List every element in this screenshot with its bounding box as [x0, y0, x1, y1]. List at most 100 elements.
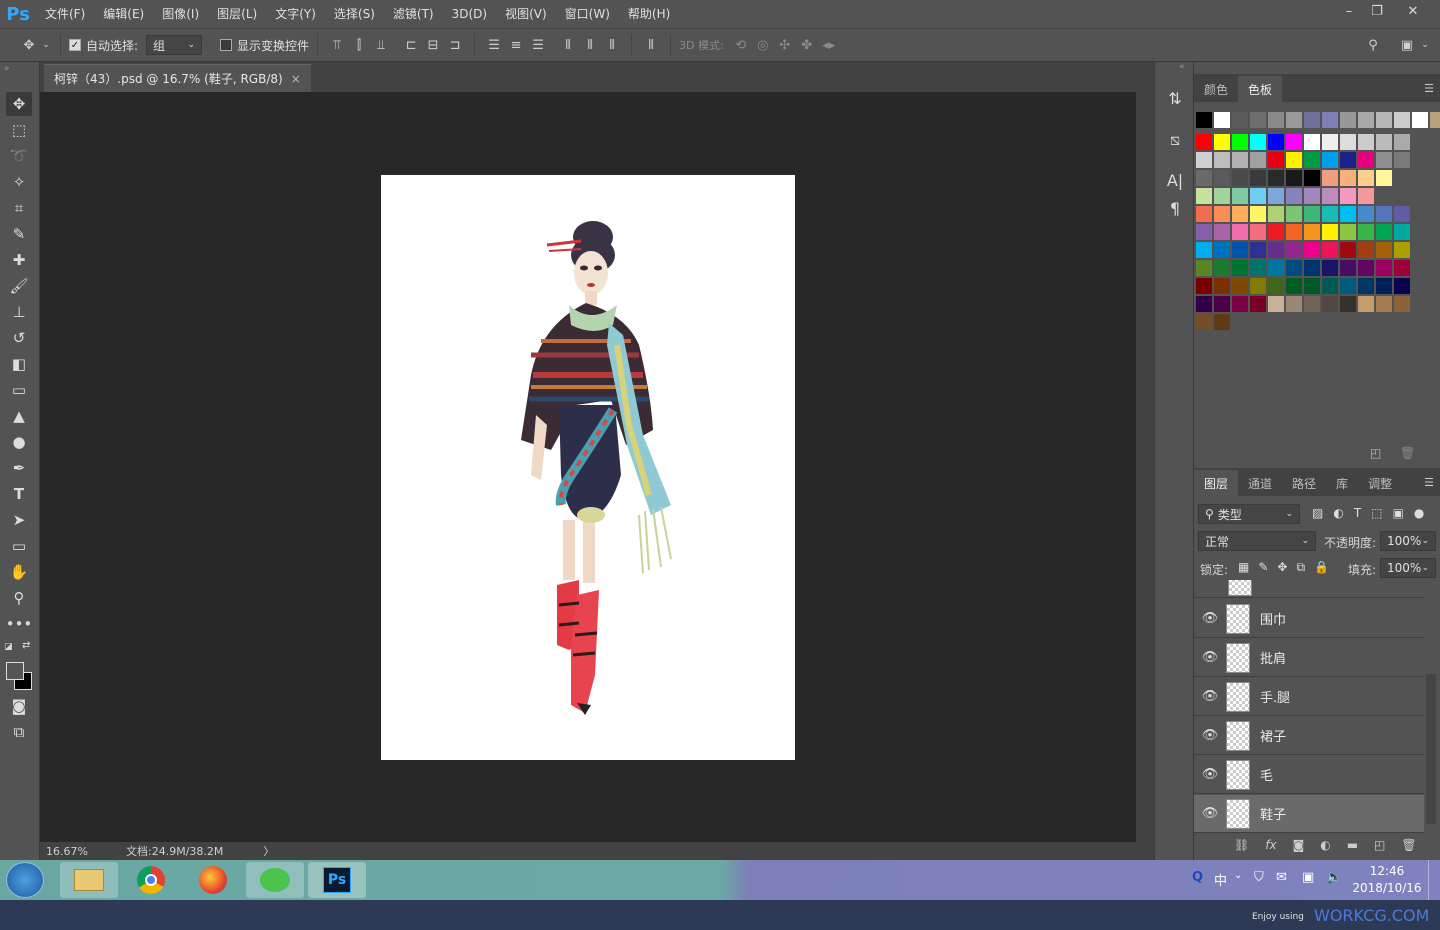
color-swatch[interactable]	[1268, 206, 1284, 222]
color-swatch[interactable]	[1250, 242, 1266, 258]
color-swatch[interactable]	[1268, 224, 1284, 240]
color-swatch[interactable]	[1250, 260, 1266, 276]
color-swatch[interactable]	[1394, 242, 1410, 258]
color-swatch[interactable]	[1340, 112, 1356, 128]
layer-row[interactable]: 👁 围巾	[1194, 600, 1424, 638]
color-swatch[interactable]	[1214, 260, 1230, 276]
color-swatch[interactable]	[1394, 152, 1410, 168]
swap-colors-icon[interactable]: ⇄	[22, 640, 30, 651]
quick-mask-icon[interactable]: ◙	[6, 694, 32, 718]
show-transform-checkbox[interactable]	[220, 39, 233, 51]
opacity-input[interactable]: 100% ⌄	[1380, 531, 1436, 551]
color-swatch[interactable]	[1214, 296, 1230, 312]
color-swatch[interactable]	[1394, 112, 1410, 128]
color-swatch[interactable]	[1376, 152, 1392, 168]
document-canvas[interactable]	[381, 175, 795, 760]
menu-file[interactable]: 文件(F)	[36, 0, 94, 28]
properties-panel-icon[interactable]: ⧅	[1163, 128, 1187, 152]
distribute-vcenter-icon[interactable]: ≡	[505, 35, 527, 55]
lock-position-icon[interactable]: ✥	[1277, 560, 1287, 575]
color-swatch[interactable]	[1232, 278, 1248, 294]
wechat-icon[interactable]	[246, 862, 304, 898]
document-tab[interactable]: 柯锌（43）.psd @ 16.7% (鞋子, RGB/8) ×	[44, 64, 311, 92]
tab-libraries[interactable]: 库	[1326, 470, 1358, 496]
lock-transparency-icon[interactable]: ▦	[1238, 560, 1249, 575]
align-vcenter-icon[interactable]: ⫿	[348, 35, 370, 55]
color-swatch[interactable]	[1376, 112, 1392, 128]
color-swatch[interactable]	[1394, 296, 1410, 312]
eraser-tool-icon[interactable]: ◧	[6, 352, 32, 376]
color-swatch[interactable]	[1232, 206, 1248, 222]
visibility-eye-icon[interactable]: 👁	[1194, 728, 1226, 743]
color-swatch[interactable]	[1376, 278, 1392, 294]
color-swatch[interactable]	[1394, 278, 1410, 294]
menu-type[interactable]: 文字(Y)	[266, 0, 325, 28]
history-panel-icon[interactable]: ⇅	[1163, 86, 1187, 110]
color-swatch[interactable]	[1214, 206, 1230, 222]
color-swatch[interactable]	[1358, 278, 1374, 294]
color-swatch[interactable]	[1304, 278, 1320, 294]
color-swatch[interactable]	[1268, 112, 1284, 128]
image-filter-icon[interactable]: ▨	[1312, 506, 1323, 520]
tab-adjustments[interactable]: 调整	[1358, 470, 1402, 496]
tab-channels[interactable]: 通道	[1238, 470, 1282, 496]
visibility-eye-icon[interactable]: 👁	[1194, 806, 1226, 821]
color-swatch[interactable]	[1214, 224, 1230, 240]
color-swatch[interactable]	[1268, 188, 1284, 204]
chrome-icon[interactable]	[122, 862, 180, 898]
panel-menu-icon[interactable]: ☰	[1424, 82, 1434, 95]
paragraph-panel-icon[interactable]: ¶	[1163, 196, 1187, 220]
shape-filter-icon[interactable]: ⬚	[1371, 506, 1382, 520]
wechat-tray-icon[interactable]: ✉	[1276, 870, 1287, 885]
color-swatch[interactable]	[1340, 134, 1356, 150]
color-swatch[interactable]	[1250, 224, 1266, 240]
menu-layer[interactable]: 图层(L)	[208, 0, 266, 28]
visibility-eye-icon[interactable]: 👁	[1194, 611, 1226, 626]
close-icon[interactable]: ×	[291, 72, 301, 86]
color-swatch[interactable]	[1286, 152, 1302, 168]
color-swatch[interactable]	[1322, 134, 1338, 150]
color-swatch[interactable]	[1232, 188, 1248, 204]
distribute-right-icon[interactable]: ⦀	[601, 35, 623, 55]
color-swatch[interactable]	[1286, 278, 1302, 294]
color-swatch[interactable]	[1196, 224, 1212, 240]
default-colors-icon[interactable]: ◪	[4, 642, 13, 652]
color-swatch[interactable]	[1376, 242, 1392, 258]
menu-edit[interactable]: 编辑(E)	[94, 0, 153, 28]
qq-input-icon[interactable]: Q	[1192, 870, 1203, 885]
fill-input[interactable]: 100% ⌄	[1380, 558, 1436, 578]
distribute-left-icon[interactable]: ⦀	[557, 35, 579, 55]
new-layer-icon[interactable]: ◰	[1374, 838, 1385, 852]
firefox-icon[interactable]	[184, 862, 242, 898]
color-swatch[interactable]	[1340, 170, 1356, 186]
color-swatch[interactable]	[1340, 224, 1356, 240]
color-swatch[interactable]	[1250, 278, 1266, 294]
blur-tool-icon[interactable]: ▲	[6, 404, 32, 428]
expand-icon[interactable]: «	[1179, 62, 1185, 72]
color-swatch[interactable]	[1196, 242, 1212, 258]
3d-scale-icon[interactable]: ◂▸	[818, 35, 840, 55]
color-swatch[interactable]	[1232, 152, 1248, 168]
color-swatch[interactable]	[1322, 188, 1338, 204]
color-swatch[interactable]	[1322, 242, 1338, 258]
link-layers-icon[interactable]: ⛓	[1234, 838, 1249, 852]
color-swatch[interactable]	[1322, 170, 1338, 186]
color-swatch[interactable]	[1196, 296, 1212, 312]
color-swatch[interactable]	[1232, 296, 1248, 312]
show-desktop-button[interactable]	[1428, 860, 1440, 900]
color-swatch[interactable]	[1250, 134, 1266, 150]
color-swatch[interactable]	[1376, 260, 1392, 276]
color-swatch[interactable]	[1250, 296, 1266, 312]
color-swatch[interactable]	[1196, 314, 1212, 330]
tab-layers[interactable]: 图层	[1194, 470, 1239, 496]
file-explorer-icon[interactable]	[60, 862, 118, 898]
pen-tool-icon[interactable]: ✒	[6, 456, 32, 480]
history-brush-icon[interactable]: ↺	[6, 326, 32, 350]
adjustment-layer-icon[interactable]: ◐	[1320, 838, 1330, 852]
distribute-top-icon[interactable]: ☰	[483, 35, 505, 55]
tab-swatches[interactable]: 色板	[1238, 76, 1283, 102]
color-swatch[interactable]	[1268, 242, 1284, 258]
network-icon[interactable]: ▣	[1302, 870, 1314, 885]
color-swatch[interactable]	[1214, 314, 1230, 330]
distribute-hcenter-icon[interactable]: ⦀	[579, 35, 601, 55]
